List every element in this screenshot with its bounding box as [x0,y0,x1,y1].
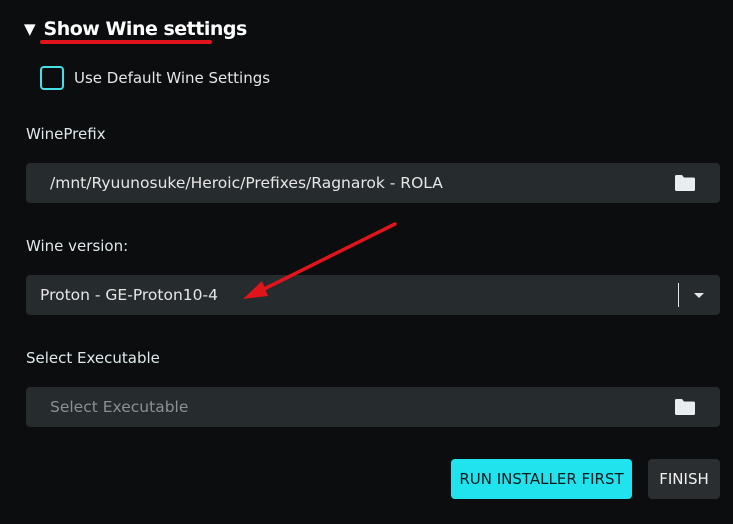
select-separator [678,283,679,307]
collapse-triangle-icon: ▼ [24,19,36,38]
wine-version-selected: Proton - GE-Proton10-4 [40,286,218,304]
chevron-down-icon[interactable] [694,293,704,298]
wineprefix-field[interactable]: /mnt/Ryuunosuke/Heroic/Prefixes/Ragnarok… [26,163,720,203]
executable-placeholder: Select Executable [50,398,189,416]
folder-icon[interactable] [674,174,696,192]
section-title: Show Wine settings [43,18,248,40]
default-wine-settings-label: Use Default Wine Settings [74,69,271,87]
wine-version-label: Wine version: [26,237,129,255]
folder-icon[interactable] [674,398,696,416]
finish-button[interactable]: FINISH [648,459,720,499]
executable-field[interactable]: Select Executable [26,387,720,427]
annotation-underline [40,40,212,44]
run-installer-first-button[interactable]: RUN INSTALLER FIRST [451,459,632,499]
wineprefix-value: /mnt/Ryuunosuke/Heroic/Prefixes/Ragnarok… [50,174,443,192]
default-wine-settings-row[interactable]: Use Default Wine Settings [40,66,270,90]
wine-settings-panel: ▼ Show Wine settings Use Default Wine Se… [0,0,733,524]
wine-version-select[interactable]: Proton - GE-Proton10-4 [26,275,720,315]
default-wine-settings-checkbox[interactable] [40,66,64,90]
wineprefix-label: WinePrefix [26,125,106,143]
select-executable-label: Select Executable [26,349,160,367]
